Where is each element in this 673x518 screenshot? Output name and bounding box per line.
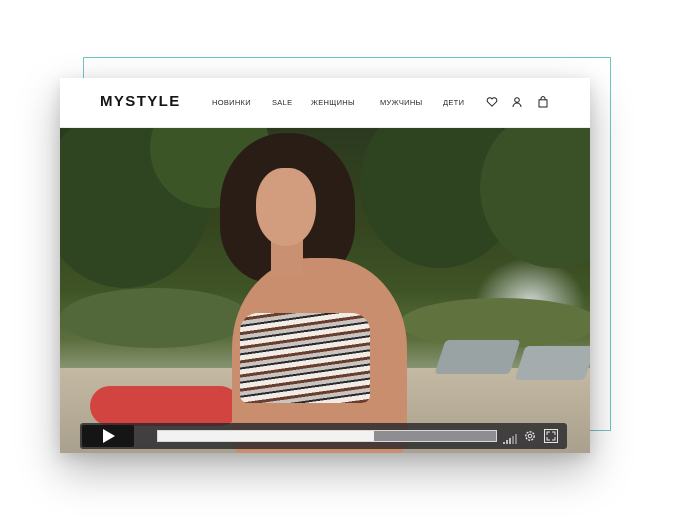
nav-item-men[interactable]: МУЖЧИНЫ (380, 98, 422, 107)
model-face (256, 168, 316, 246)
nav-item-sale[interactable]: SALE (272, 98, 292, 107)
hero-video[interactable] (60, 128, 590, 453)
heart-icon[interactable] (486, 96, 498, 108)
nav-item-new[interactable]: НОВИНКИ (212, 98, 251, 107)
volume-icon[interactable] (503, 431, 517, 449)
play-button[interactable] (82, 425, 134, 447)
striped-top (240, 313, 370, 403)
video-control-bar (80, 423, 567, 449)
play-icon (103, 429, 115, 443)
user-icon[interactable] (511, 96, 523, 108)
site-logo[interactable]: MYSTYLE (100, 93, 181, 110)
lounge-chair (434, 340, 521, 374)
shopping-bag-icon[interactable] (537, 96, 549, 108)
pool-float (90, 386, 240, 426)
background-hedge (60, 288, 250, 348)
lounge-chair (514, 346, 590, 380)
progress-track[interactable] (157, 430, 497, 442)
nav-item-women[interactable]: ЖЕНЩИНЫ (311, 98, 355, 107)
settings-icon[interactable] (523, 429, 537, 448)
fullscreen-icon[interactable] (544, 429, 558, 448)
progress-fill (158, 431, 375, 441)
background-foliage (480, 128, 590, 268)
nav-item-kids[interactable]: ДЕТИ (443, 98, 464, 107)
site-header: MYSTYLE НОВИНКИ SALE ЖЕНЩИНЫ МУЖЧИНЫ ДЕТ… (60, 78, 590, 128)
browser-window: MYSTYLE НОВИНКИ SALE ЖЕНЩИНЫ МУЖЧИНЫ ДЕТ… (60, 78, 590, 453)
